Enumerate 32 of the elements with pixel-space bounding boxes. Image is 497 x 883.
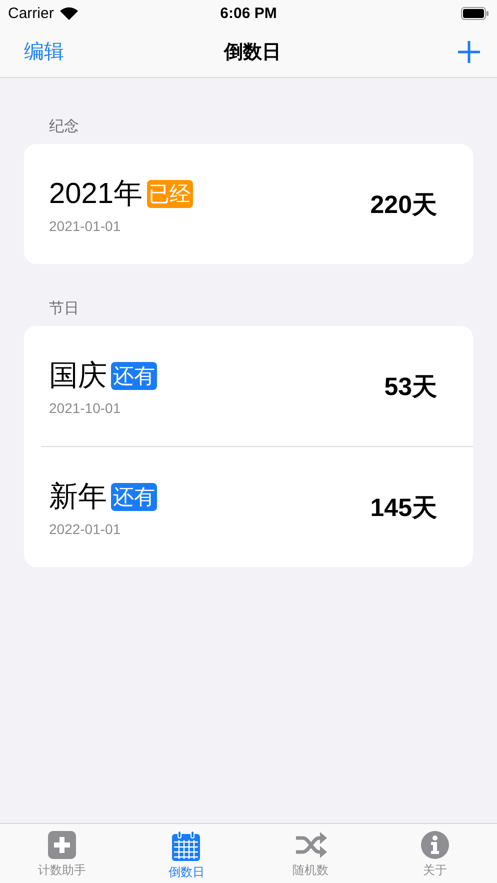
event-name: 新年 [49,480,107,515]
day-count: 145天 [370,492,437,524]
status-tag: 还有 [111,362,157,390]
day-count: 53天 [384,372,437,402]
plus-square-icon [47,830,78,860]
calendar-icon [170,830,202,862]
wifi-icon [60,6,78,20]
edit-button[interactable]: 编辑 [24,38,64,65]
add-icon[interactable] [457,40,481,64]
nav-title: 倒数日 [224,40,281,64]
clock: 6:06 PM [220,4,277,22]
section-header: 节日 [48,299,80,319]
status-tag: 已经 [146,180,193,208]
event-date: 2021-01-01 [49,218,122,234]
event-date: 2021-10-01 [49,400,122,416]
status-tag: 还有 [111,483,157,511]
carrier-label: Carrier [8,4,54,22]
tab-item[interactable]: 随机数 [248,824,373,883]
tab-item[interactable]: 倒数日 [124,824,248,883]
tab-item[interactable]: 关于 [372,824,497,883]
event-name: 2021年 [49,177,143,212]
event-name: 国庆 [49,359,107,394]
event-row[interactable]: 新年 还有 2022-01-01 145天 [41,446,473,567]
battery-icon [460,6,489,20]
event-row[interactable]: 2021年 已经 2021-01-01 220天 [24,144,473,264]
tab-item[interactable]: 计数助手 [0,824,124,883]
event-date: 2022-01-01 [49,521,122,537]
day-count: 220天 [370,190,437,220]
event-row[interactable]: 国庆 还有 2021-10-01 53天 [24,326,473,446]
section-header: 纪念 [48,117,80,137]
shuffle-icon [294,830,328,860]
info-icon [420,830,450,860]
